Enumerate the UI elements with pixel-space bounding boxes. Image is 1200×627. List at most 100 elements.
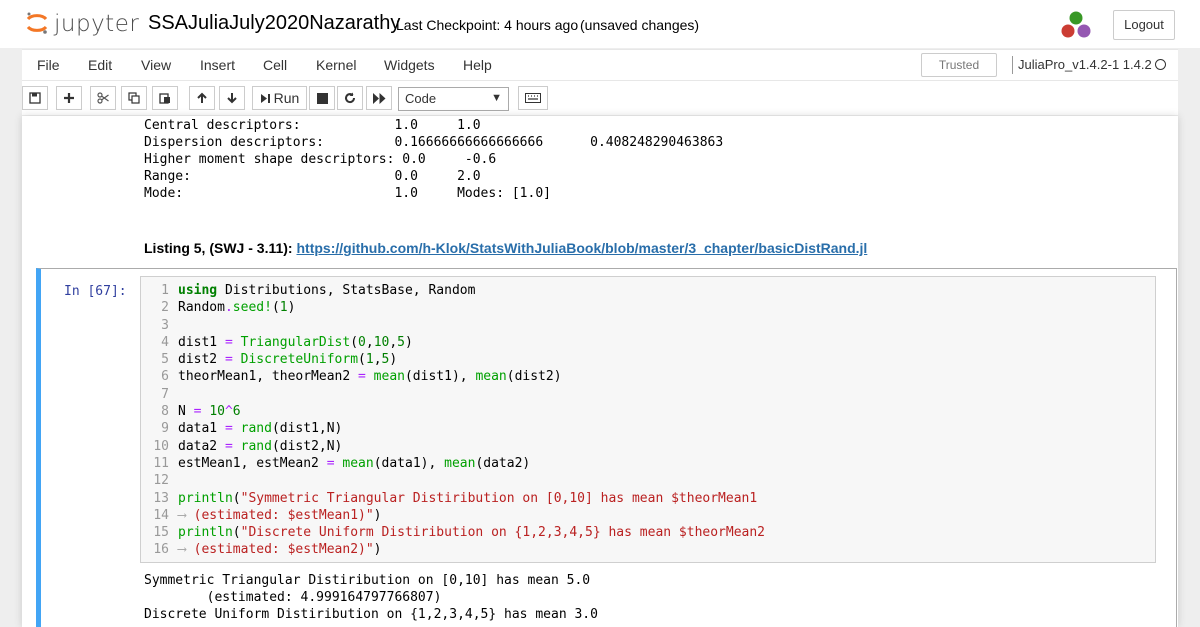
cell-output: Symmetric Triangular Distiribution on [0… xyxy=(144,572,598,623)
menu-help[interactable]: Help xyxy=(463,57,492,73)
output-line: Central descriptors: 1.0 1.0 xyxy=(144,118,481,133)
save-button[interactable] xyxy=(22,86,48,110)
step-forward-icon xyxy=(260,93,270,103)
unsaved-status: (unsaved changes) xyxy=(580,17,700,33)
arrow-down-icon xyxy=(227,93,237,104)
line-number: 8 xyxy=(161,404,169,420)
menu-bar: File Edit View Insert Cell Kernel Widget… xyxy=(22,49,1178,81)
markdown-cell[interactable]: Listing 5, (SWJ - 3.11): https://github.… xyxy=(144,240,867,256)
paste-icon xyxy=(159,93,170,104)
line-number: 4 xyxy=(161,334,169,350)
menu-kernel[interactable]: Kernel xyxy=(316,57,356,73)
output-line: Higher moment shape descriptors: 0.0 -0.… xyxy=(144,152,497,167)
notebook-title[interactable]: SSAJuliaJuly2020Nazarathy xyxy=(148,12,400,35)
output-line: Symmetric Triangular Distiribution on [0… xyxy=(144,573,591,588)
output-line: Mode: 1.0 Modes: [1.0] xyxy=(144,186,551,201)
listing-link[interactable]: https://github.com/h-Klok/StatsWithJulia… xyxy=(296,240,867,256)
notebook-header: jupyter SSAJuliaJuly2020Nazarathy Last C… xyxy=(0,0,1200,48)
save-icon xyxy=(29,92,41,104)
jupyter-logo[interactable]: jupyter xyxy=(26,9,146,39)
line-number: 10 xyxy=(153,438,169,454)
logout-button[interactable]: Logout xyxy=(1113,10,1175,40)
code-line: println("Discrete Uniform Distiribution … xyxy=(178,525,766,541)
cell-type-value: Code xyxy=(405,91,437,106)
menu-file[interactable]: File xyxy=(37,57,60,73)
line-number: 12 xyxy=(153,473,169,489)
move-up-button[interactable] xyxy=(189,86,215,110)
code-line: estMean1, estMean2 = mean(data1), mean(d… xyxy=(178,455,531,471)
menu-widgets[interactable]: Widgets xyxy=(384,57,435,73)
logo-text: jupyter xyxy=(54,11,140,37)
restart-button[interactable] xyxy=(337,86,363,110)
menu-insert[interactable]: Insert xyxy=(200,57,235,73)
line-number: 5 xyxy=(161,352,169,368)
line-number: 9 xyxy=(161,421,169,437)
line-number: 16 xyxy=(153,542,169,558)
kernel-name[interactable]: JuliaPro_v1.4.2-1 1.4.2 xyxy=(1018,57,1152,72)
code-line: data1 = rand(dist1,N) xyxy=(178,421,343,437)
chevron-down-icon: ▼ xyxy=(491,92,502,104)
line-number: 7 xyxy=(161,386,169,402)
output-line: Discrete Uniform Distiribution on {1,2,3… xyxy=(144,607,598,622)
fast-forward-icon xyxy=(372,92,385,104)
code-lines: using Distributions, StatsBase, Random R… xyxy=(178,282,765,559)
keyboard-icon xyxy=(525,93,541,103)
insert-cell-button[interactable] xyxy=(56,86,82,110)
output-line: Range: 0.0 2.0 xyxy=(144,169,481,184)
copy-button[interactable] xyxy=(121,86,147,110)
menu-cell[interactable]: Cell xyxy=(263,57,287,73)
scissors-icon xyxy=(96,92,109,104)
kernel-divider xyxy=(1012,56,1013,74)
kernel-idle-icon xyxy=(1155,59,1166,70)
run-button[interactable]: Run xyxy=(252,86,307,110)
stop-icon xyxy=(316,92,328,104)
refresh-icon xyxy=(345,92,356,104)
cut-button[interactable] xyxy=(90,86,116,110)
line-number: 15 xyxy=(153,525,169,541)
trusted-indicator[interactable]: Trusted xyxy=(921,53,997,77)
toolbar: Run Code ▼ xyxy=(22,81,1178,115)
command-palette-button[interactable] xyxy=(518,86,548,110)
code-line: println("Symmetric Triangular Distiribut… xyxy=(178,490,758,506)
code-line: data2 = rand(dist2,N) xyxy=(178,438,343,454)
restart-run-all-button[interactable] xyxy=(366,86,392,110)
line-number: 13 xyxy=(153,490,169,506)
line-number: 3 xyxy=(161,317,169,333)
checkpoint-status: Last Checkpoint: 4 hours ago xyxy=(396,17,579,33)
code-line: Random.seed!(1) xyxy=(178,300,296,316)
code-line: dist2 = DiscreteUniform(1,5) xyxy=(178,352,398,368)
cell-type-select[interactable]: Code ▼ xyxy=(398,87,509,111)
line-numbers: 1 2 3 4 5 6 7 8 9 10 11 12 13 14 15 16 xyxy=(141,282,169,559)
input-prompt: In [67]: xyxy=(64,284,127,299)
menu-edit[interactable]: Edit xyxy=(88,57,112,73)
line-number: 14 xyxy=(153,507,169,523)
code-line: ⟶ (estimated: $estMean2)") xyxy=(178,542,382,558)
paste-button[interactable] xyxy=(152,86,178,110)
notebook-container[interactable]: Central descriptors: 1.0 1.0 Dispersion … xyxy=(22,116,1178,627)
arrow-up-icon xyxy=(197,92,207,103)
run-label: Run xyxy=(273,90,300,106)
interrupt-button[interactable] xyxy=(309,86,335,110)
julia-dots-icon xyxy=(1061,11,1091,38)
menu-view[interactable]: View xyxy=(141,57,171,73)
code-line: dist1 = TriangularDist(0,10,5) xyxy=(178,334,413,350)
listing-label: Listing 5, (SWJ - 3.11): xyxy=(144,240,293,256)
code-line: theorMean1, theorMean2 = mean(dist1), me… xyxy=(178,369,562,385)
line-number: 1 xyxy=(161,283,169,298)
code-line: using Distributions, StatsBase, Random xyxy=(178,283,476,298)
output-line: (estimated: 4.999164797766807) xyxy=(144,590,442,605)
code-line: N = 10^6 xyxy=(178,404,241,420)
code-editor[interactable]: 1 2 3 4 5 6 7 8 9 10 11 12 13 14 15 16 u… xyxy=(140,276,1156,563)
jupyter-logo-icon xyxy=(26,12,48,34)
plus-icon xyxy=(64,93,74,103)
line-number: 2 xyxy=(161,300,169,316)
copy-icon xyxy=(128,92,140,104)
code-line: ⟶ (estimated: $estMean1)") xyxy=(178,507,382,523)
line-number: 11 xyxy=(153,455,169,471)
move-down-button[interactable] xyxy=(219,86,245,110)
output-line: Dispersion descriptors: 0.16666666666666… xyxy=(144,135,724,150)
line-number: 6 xyxy=(161,369,169,385)
